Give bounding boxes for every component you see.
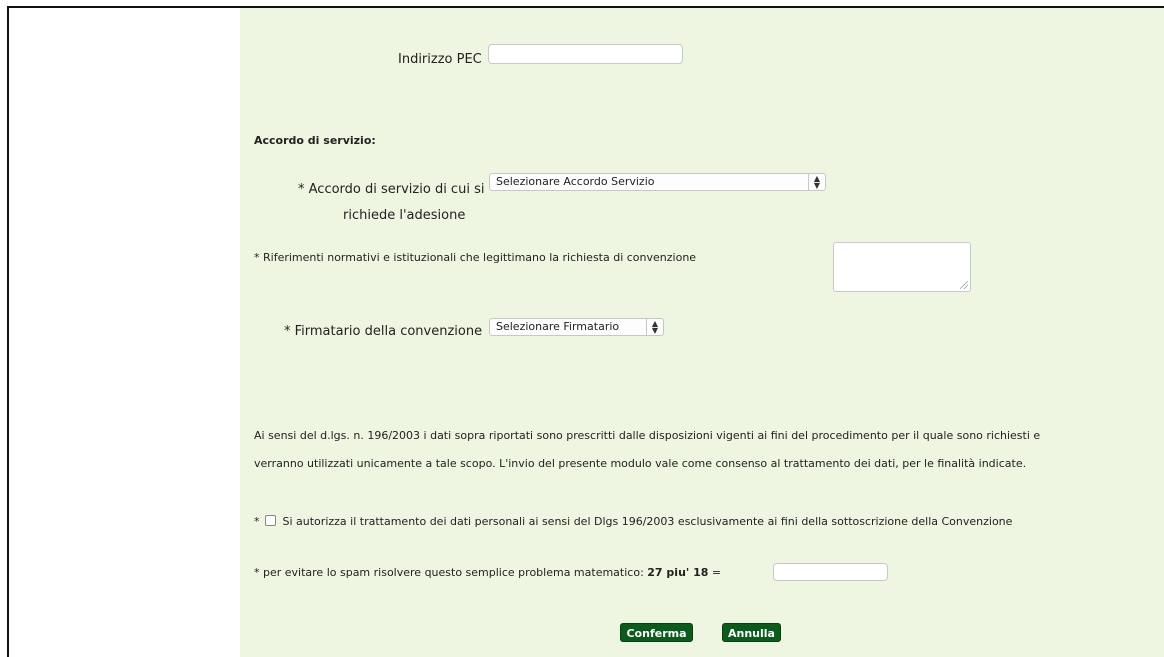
pec-input[interactable] xyxy=(488,44,683,64)
captcha-label: * per evitare lo spam risolvere questo s… xyxy=(254,566,644,579)
firmatario-label: * Firmatario della convenzione xyxy=(284,324,483,339)
firmatario-select-value: Selezionare Firmatario xyxy=(496,320,620,333)
privacy-text-line2: verranno utilizzati unicamente a tale sc… xyxy=(254,457,1027,470)
accordo-label-cont: richiede l'adesione xyxy=(343,208,466,223)
firmatario-select[interactable]: Selezionare Firmatario ▲ ▼ xyxy=(489,318,664,336)
consent-checkbox[interactable] xyxy=(265,515,276,526)
captcha-problem: 27 piu' 18 xyxy=(647,566,709,579)
captcha-input[interactable] xyxy=(773,563,888,581)
accordo-select-value: Selezionare Accordo Servizio xyxy=(496,175,655,188)
riferimenti-textarea[interactable] xyxy=(833,242,971,292)
pec-label: Indirizzo PEC xyxy=(398,52,482,67)
select-arrows-icon: ▲ ▼ xyxy=(808,174,825,190)
consent-label: Si autorizza il trattamento dei dati per… xyxy=(282,515,1013,528)
accordo-select[interactable]: Selezionare Accordo Servizio ▲ ▼ xyxy=(489,173,826,191)
confirm-button[interactable]: Conferma xyxy=(620,623,693,642)
captcha-row: * per evitare lo spam risolvere questo s… xyxy=(254,566,721,579)
section-title: Accordo di servizio: xyxy=(254,134,376,147)
required-asterisk: * xyxy=(254,515,260,528)
riferimenti-label: * Riferimenti normativi e istituzionali … xyxy=(254,251,697,264)
cancel-button[interactable]: Annulla xyxy=(722,623,781,642)
privacy-text-line1: Ai sensi del d.lgs. n. 196/2003 i dati s… xyxy=(254,429,1041,442)
select-arrows-icon: ▲ ▼ xyxy=(646,319,663,335)
captcha-equals: = xyxy=(711,566,722,579)
accordo-label: * Accordo di servizio di cui si xyxy=(298,182,485,197)
consent-row: * Si autorizza il trattamento dei dati p… xyxy=(254,515,1012,528)
resize-grip-icon[interactable] xyxy=(960,281,968,289)
